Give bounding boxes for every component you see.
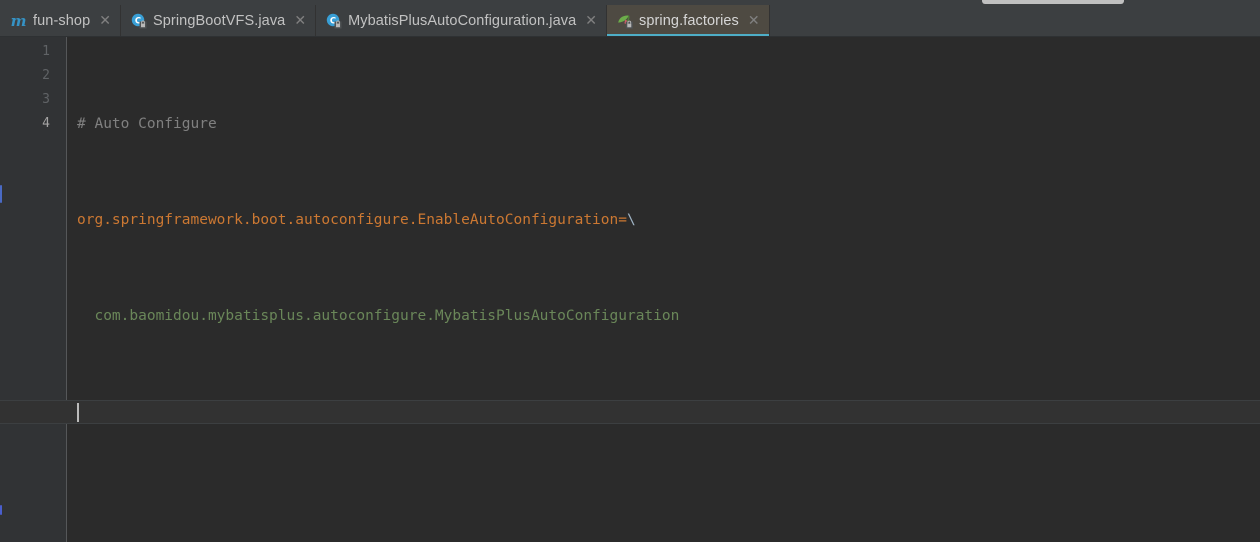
- maven-module-icon: m: [10, 12, 27, 30]
- close-icon[interactable]: ✕: [748, 13, 760, 27]
- java-class-icon: C: [131, 13, 147, 29]
- code-line-1[interactable]: # Auto Configure: [67, 112, 1260, 136]
- code-token-value: com.baomidou.mybatisplus.autoconfigure.M…: [77, 308, 680, 324]
- editor-tab-mybatisplusautoconfiguration[interactable]: C MybatisPlusAutoConfiguration.java ✕: [316, 5, 607, 37]
- spring-factories-icon: [617, 13, 633, 29]
- editor-tab-label: fun-shop: [33, 13, 91, 29]
- editor-tab-spring-factories[interactable]: spring.factories ✕: [606, 5, 770, 37]
- editor-tab-label: MybatisPlusAutoConfiguration.java: [348, 13, 577, 29]
- text-caret: [77, 403, 79, 422]
- close-icon[interactable]: ✕: [294, 13, 306, 27]
- code-token-escape: \: [626, 212, 636, 228]
- toolbar-widget[interactable]: [982, 0, 1124, 4]
- code-line-4[interactable]: [0, 400, 1260, 424]
- line-number: 3: [42, 92, 50, 107]
- line-numbers: 1 2 3 4: [2, 40, 50, 136]
- editor-tab-label: spring.factories: [638, 13, 739, 29]
- line-number: 1: [42, 44, 50, 59]
- code-token-comment: # Auto Configure: [77, 116, 217, 132]
- code-token-key: org.springframework.boot.autoconfigure.E…: [77, 212, 627, 228]
- code-editor[interactable]: 1 2 3 4 # Auto Configure org.springframe…: [0, 37, 1260, 542]
- close-icon[interactable]: ✕: [99, 13, 111, 27]
- code-content[interactable]: # Auto Configure org.springframework.boo…: [0, 40, 1260, 496]
- line-number-gutter[interactable]: 1 2 3 4: [2, 37, 66, 542]
- line-number: 2: [42, 68, 50, 83]
- close-icon[interactable]: ✕: [585, 13, 597, 27]
- code-line-3[interactable]: com.baomidou.mybatisplus.autoconfigure.M…: [67, 304, 1260, 328]
- editor-tab-fun-shop[interactable]: m fun-shop ✕: [0, 5, 121, 37]
- editor-tab-label: SpringBootVFS.java: [152, 13, 286, 29]
- code-line-2[interactable]: org.springframework.boot.autoconfigure.E…: [67, 208, 1260, 232]
- line-number-active: 4: [42, 116, 50, 131]
- editor-tab-springbootvfs[interactable]: C SpringBootVFS.java ✕: [120, 5, 317, 37]
- java-class-icon: C: [326, 13, 342, 29]
- ide-window: m fun-shop ✕ C SpringBootVFS.java ✕ C My…: [0, 0, 1260, 542]
- editor-tab-bar: m fun-shop ✕ C SpringBootVFS.java ✕ C My…: [0, 5, 1260, 37]
